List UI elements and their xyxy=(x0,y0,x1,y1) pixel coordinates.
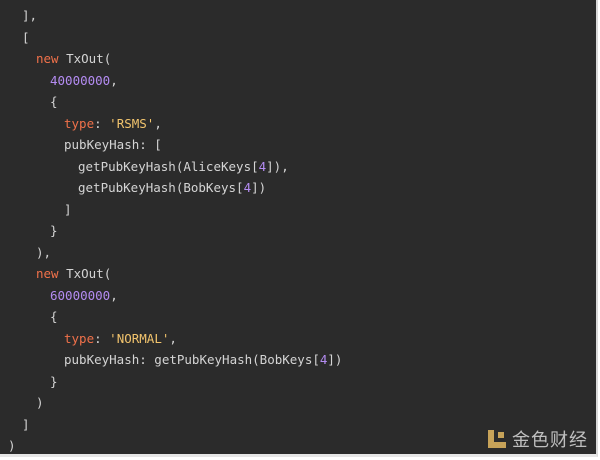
code-line: getPubKeyHash(AliceKeys[4]), xyxy=(78,157,289,177)
code-line: type: 'RSMS', xyxy=(64,114,162,134)
watermark: 金色财经 xyxy=(488,426,588,452)
code-line: ], xyxy=(22,6,37,26)
watermark-text: 金色财经 xyxy=(512,430,588,451)
code-line: new TxOut( xyxy=(36,49,111,69)
code-line: [ xyxy=(22,28,30,48)
code-token: : xyxy=(94,330,110,346)
code-token: 4 xyxy=(243,180,252,195)
code-token: , xyxy=(154,115,162,131)
code-token: 'NORMAL' xyxy=(109,330,170,346)
code-token: ] xyxy=(22,416,30,432)
code-line: type: 'NORMAL', xyxy=(64,329,177,349)
code-token: getPubKeyHash(BobKeys[ xyxy=(78,180,244,195)
code-line: } xyxy=(50,221,58,241)
code-line: ) xyxy=(36,393,44,413)
code-token: } xyxy=(50,223,58,238)
code-token: TxOut( xyxy=(58,266,112,281)
code-token: ]), xyxy=(266,158,289,174)
code-token: ), xyxy=(36,244,52,260)
code-token: 'RSMS' xyxy=(109,115,155,131)
code-line: 60000000, xyxy=(50,286,118,306)
code-token: : xyxy=(94,115,110,131)
code-token: , xyxy=(110,287,118,303)
code-token: { xyxy=(50,94,58,109)
code-line: ), xyxy=(36,243,51,263)
code-token: type xyxy=(64,115,95,131)
code-token: TxOut( xyxy=(58,51,112,66)
code-line: pubKeyHash: getPubKeyHash(BobKeys[4]) xyxy=(64,350,342,370)
code-line: ) xyxy=(8,436,16,456)
code-token: } xyxy=(50,373,58,389)
code-token: new xyxy=(36,51,59,66)
code-line: pubKeyHash: [ xyxy=(64,135,162,155)
code-token: 60000000 xyxy=(50,287,111,303)
code-line: { xyxy=(50,307,58,327)
code-token: type xyxy=(64,330,95,346)
code-block: ],[new TxOut(40000000,{type: 'RSMS', pubK… xyxy=(0,0,598,457)
code-token: ) xyxy=(8,438,16,453)
code-line: getPubKeyHash(BobKeys[4]) xyxy=(78,178,266,198)
code-line: } xyxy=(50,372,58,392)
jinse-logo-icon xyxy=(488,430,506,448)
code-token: pubKeyHash: getPubKeyHash(BobKeys[ xyxy=(64,352,320,367)
code-token: ]) xyxy=(251,180,267,195)
code-token: ]) xyxy=(327,352,343,367)
code-token: [ xyxy=(22,29,30,45)
code-line: new TxOut( xyxy=(36,264,111,284)
code-line: 40000000, xyxy=(50,71,118,91)
code-line: ] xyxy=(22,415,30,435)
code-token: 40000000 xyxy=(50,72,111,88)
code-token: new xyxy=(36,266,59,281)
code-token: pubKeyHash: [ xyxy=(64,137,162,152)
code-token: getPubKeyHash(AliceKeys[ xyxy=(78,158,259,174)
code-line: { xyxy=(50,92,58,112)
code-token: { xyxy=(50,309,58,324)
code-token: ], xyxy=(22,8,38,23)
code-token: , xyxy=(110,72,118,88)
code-line: ] xyxy=(64,200,72,220)
code-token: ) xyxy=(36,395,44,410)
code-token: , xyxy=(169,330,177,346)
code-token: ] xyxy=(64,201,72,217)
